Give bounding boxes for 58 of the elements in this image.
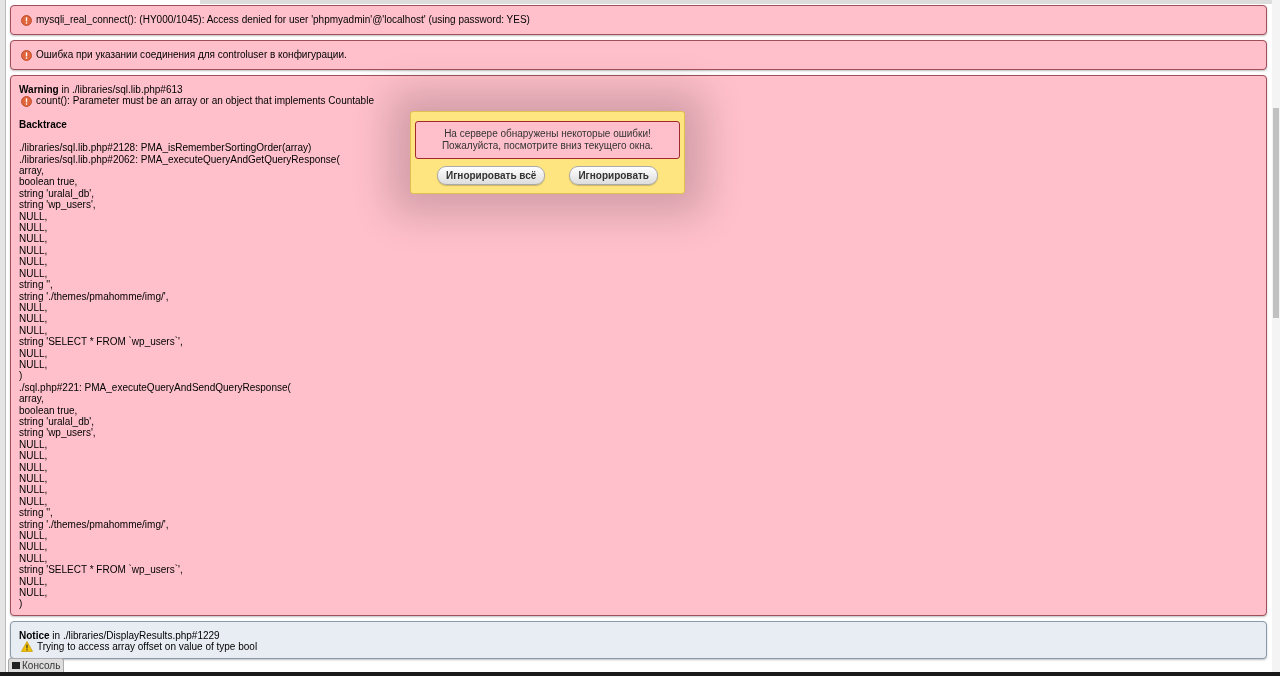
report-heading: Warning in ./libraries/sql.lib.php#613 bbox=[19, 84, 184, 96]
dialog-message: На сервере обнаружены некоторые ошибки! Пожалуйста, посмотрите вниз текущего окна. bbox=[415, 121, 680, 159]
backtrace-line: string './themes/pmahomme/img/', bbox=[19, 290, 169, 302]
backtrace-line: string 'uralal_db', bbox=[19, 415, 94, 428]
backtrace-line: string '', bbox=[19, 507, 53, 519]
report-message: count(): Parameter must be an array or an object that implements Countable bbox=[36, 95, 374, 107]
backtrace-line: boolean true, bbox=[19, 404, 78, 416]
backtrace-line: string 'wp_users', bbox=[19, 199, 96, 211]
backtrace-line: array, bbox=[19, 165, 44, 177]
backtrace-line: ) bbox=[19, 370, 23, 382]
backtrace-line: NULL, bbox=[19, 222, 48, 234]
error-icon bbox=[21, 49, 32, 61]
backtrace-line: string 'SELECT * FROM `wp_users`', bbox=[19, 564, 183, 576]
error-icon bbox=[21, 14, 32, 26]
backtrace-line: NULL, bbox=[19, 256, 48, 268]
backtrace-line: NULL, bbox=[19, 484, 48, 496]
backtrace-line: string 'SELECT * FROM `wp_users`', bbox=[19, 336, 183, 348]
backtrace-line: string './themes/pmahomme/img/', bbox=[19, 518, 169, 531]
backtrace-line: NULL, bbox=[19, 552, 48, 565]
report-message: Trying to access array offset on value of type bool bbox=[37, 641, 258, 653]
report-heading: Notice in ./libraries/DisplayResults.php#1229 bbox=[19, 629, 221, 642]
backtrace-line: NULL, bbox=[19, 438, 48, 451]
ignore-button[interactable]: Игнорировать bbox=[569, 166, 658, 185]
backtrace-line: NULL, bbox=[19, 473, 48, 485]
backtrace-line: ./sql.php#221: PMA_executeQueryAndSendQueryResponse( bbox=[19, 381, 291, 394]
backtrace-line: ./libraries/sql.lib.php#2128: PMA_isRememberSortingOrder(array) bbox=[19, 142, 312, 154]
backtrace-line: NULL, bbox=[19, 244, 48, 257]
backtrace-line: NULL, bbox=[19, 530, 48, 542]
backtrace-line: NULL, bbox=[19, 450, 48, 462]
scrollbar[interactable] bbox=[1272, 0, 1280, 672]
ignore-all-button[interactable]: Игнорировать всё bbox=[437, 166, 546, 185]
console-tab[interactable]: Консоль bbox=[8, 658, 65, 672]
backtrace-heading: Backtrace bbox=[19, 118, 68, 131]
backtrace-line: NULL, bbox=[19, 210, 48, 223]
backtrace-line: NULL, bbox=[19, 313, 48, 325]
backtrace-line: ) bbox=[19, 598, 23, 610]
backtrace-line: NULL, bbox=[19, 461, 48, 473]
backtrace-line: array, bbox=[19, 393, 44, 405]
backtrace-line: string '', bbox=[19, 279, 53, 291]
backtrace-line: NULL, bbox=[19, 233, 48, 245]
backtrace-line: boolean true, bbox=[19, 176, 78, 188]
backtrace-line: NULL, bbox=[19, 358, 48, 371]
backtrace-line: NULL, bbox=[19, 347, 48, 359]
backtrace-line: string 'uralal_db', bbox=[19, 187, 94, 200]
backtrace-line: NULL, bbox=[19, 495, 48, 508]
backtrace-line: NULL, bbox=[19, 575, 48, 588]
warning-icon bbox=[21, 641, 33, 653]
console-icon bbox=[12, 662, 20, 669]
error-message: Ошибка при указании соединения для controluser в конфигурации. bbox=[36, 49, 347, 61]
backtrace-line: NULL, bbox=[19, 324, 48, 337]
error-icon bbox=[21, 95, 32, 107]
backtrace-line: string 'wp_users', bbox=[19, 427, 96, 439]
backtrace-line: NULL, bbox=[19, 267, 48, 280]
backtrace-line: NULL, bbox=[19, 587, 48, 599]
backtrace-line: NULL, bbox=[19, 301, 48, 314]
backtrace-line: ./libraries/sql.lib.php#2062: PMA_executeQueryAndGetQueryResponse( bbox=[19, 153, 340, 166]
backtrace-line: NULL, bbox=[19, 541, 48, 553]
error-message: mysqli_real_connect(): (HY000/1045): Access denied for user 'phpmyadmin'@'localhost' (using password: YES) bbox=[36, 14, 530, 26]
